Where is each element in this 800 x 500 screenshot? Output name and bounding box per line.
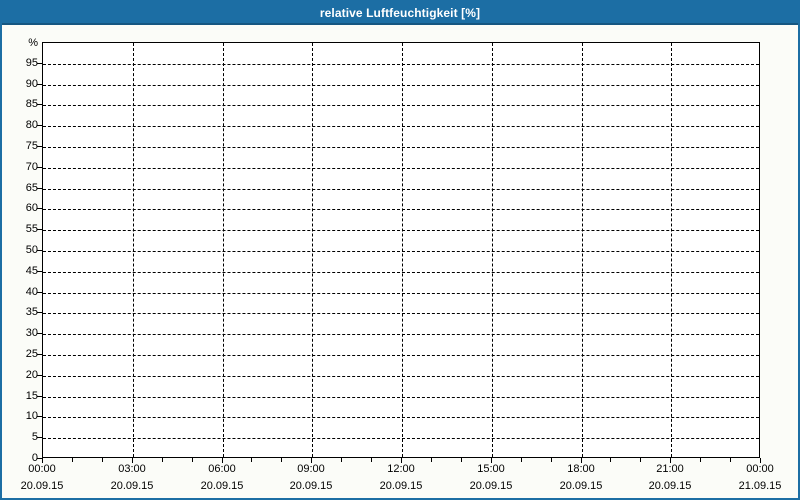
y-grid-line — [43, 417, 759, 418]
x-tick — [521, 458, 522, 462]
x-tick — [640, 458, 641, 462]
x-tick — [341, 458, 342, 462]
y-tick-label: 10 — [2, 410, 38, 422]
x-tick — [730, 458, 731, 462]
y-grid-line — [43, 293, 759, 294]
y-tick-label: 30 — [2, 327, 38, 339]
x-tick-date-label: 20.09.15 — [10, 480, 74, 493]
y-tick-label: 50 — [2, 244, 38, 256]
x-grid-line — [223, 43, 224, 457]
x-tick-date-label: 21.09.15 — [728, 480, 792, 493]
y-grid-line — [43, 64, 759, 65]
x-tick — [162, 458, 163, 462]
x-grid-line — [582, 43, 583, 457]
x-tick-date-label: 20.09.15 — [549, 480, 613, 493]
y-tick-label: 70 — [2, 161, 38, 173]
y-grid-line — [43, 209, 759, 210]
y-tick-label: 75 — [2, 140, 38, 152]
y-grid-line — [43, 189, 759, 190]
y-grid-line — [43, 376, 759, 377]
y-grid-line — [43, 147, 759, 148]
x-tick — [102, 458, 103, 462]
y-tick-label: 40 — [2, 286, 38, 298]
x-tick — [461, 458, 462, 462]
y-tick-label: 95 — [2, 57, 38, 69]
y-grid-line — [43, 355, 759, 356]
y-grid-line — [43, 85, 759, 86]
x-grid-line — [671, 43, 672, 457]
y-tick-label: 45 — [2, 265, 38, 277]
x-grid-line — [133, 43, 134, 457]
x-tick — [551, 458, 552, 462]
x-tick — [192, 458, 193, 462]
x-tick-time-label: 00:00 — [728, 463, 792, 476]
x-tick-time-label: 15:00 — [459, 463, 523, 476]
x-tick — [72, 458, 73, 462]
y-tick-label: 85 — [2, 98, 38, 110]
x-tick — [371, 458, 372, 462]
y-tick-label: 5 — [2, 431, 38, 443]
x-grid-line — [312, 43, 313, 457]
x-tick-date-label: 20.09.15 — [279, 480, 343, 493]
y-tick-label: 35 — [2, 306, 38, 318]
x-tick-time-label: 03:00 — [100, 463, 164, 476]
x-tick-date-label: 20.09.15 — [459, 480, 523, 493]
y-grid-line — [43, 334, 759, 335]
x-tick-time-label: 09:00 — [279, 463, 343, 476]
x-tick-date-label: 20.09.15 — [100, 480, 164, 493]
x-tick-time-label: 06:00 — [190, 463, 254, 476]
axes-layer: 05101520253035404550556065707580859095%0… — [2, 2, 798, 498]
y-tick-label: 20 — [2, 369, 38, 381]
y-grid-line — [43, 313, 759, 314]
x-grid-line — [402, 43, 403, 457]
y-grid-line — [43, 126, 759, 127]
x-tick-date-label: 20.09.15 — [190, 480, 254, 493]
y-tick-label: 65 — [2, 182, 38, 194]
y-grid-line — [43, 397, 759, 398]
x-tick-time-label: 00:00 — [10, 463, 74, 476]
y-grid-line — [43, 251, 759, 252]
y-tick-label: 15 — [2, 390, 38, 402]
x-tick-time-label: 18:00 — [549, 463, 613, 476]
y-tick-label: 25 — [2, 348, 38, 360]
y-grid-line — [43, 105, 759, 106]
x-tick — [700, 458, 701, 462]
y-tick-label: 55 — [2, 223, 38, 235]
chart-window: relative Luftfeuchtigkeit [%] 0510152025… — [0, 0, 800, 500]
x-tick-date-label: 20.09.15 — [638, 480, 702, 493]
x-grid-line — [492, 43, 493, 457]
x-tick — [281, 458, 282, 462]
y-tick-label: 80 — [2, 119, 38, 131]
x-tick — [251, 458, 252, 462]
y-grid-line — [43, 272, 759, 273]
x-tick-time-label: 21:00 — [638, 463, 702, 476]
plot-area — [42, 42, 760, 458]
y-grid-line — [43, 230, 759, 231]
x-tick-date-label: 20.09.15 — [369, 480, 433, 493]
x-tick — [431, 458, 432, 462]
x-tick-time-label: 12:00 — [369, 463, 433, 476]
y-grid-line — [43, 438, 759, 439]
y-tick-label: 60 — [2, 202, 38, 214]
x-tick — [610, 458, 611, 462]
y-grid-line — [43, 168, 759, 169]
y-tick-label: 90 — [2, 78, 38, 90]
y-axis-unit-label: % — [2, 37, 38, 49]
